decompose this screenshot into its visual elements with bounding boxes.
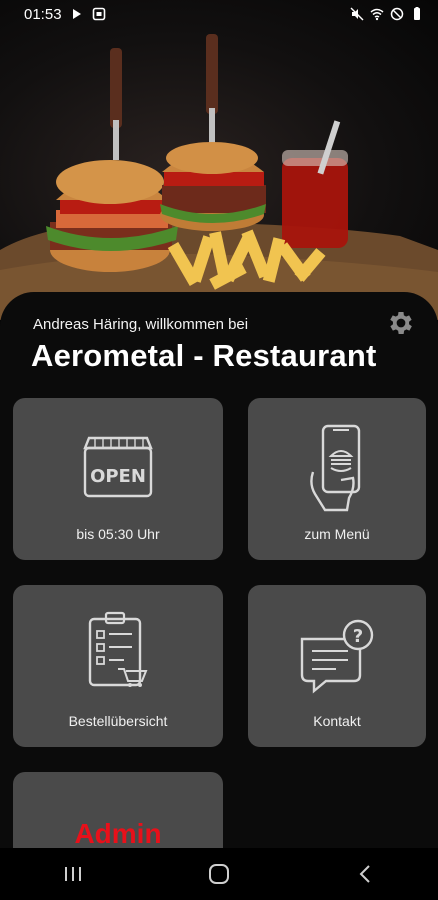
wifi-icon xyxy=(370,8,384,21)
back-button[interactable] xyxy=(335,854,395,894)
order-overview-label: Bestellübersicht xyxy=(68,713,168,729)
menu-tile[interactable]: zum Menü xyxy=(248,398,426,560)
opening-hours-tile[interactable]: OPEN bis 05:30 Uhr xyxy=(13,398,223,560)
phone-burger-icon xyxy=(310,424,361,512)
play-icon xyxy=(72,9,81,19)
order-clipboard-icon xyxy=(88,611,148,687)
restaurant-title: Aerometal - Restaurant xyxy=(31,338,377,373)
home-button[interactable] xyxy=(189,854,249,894)
contact-label: Kontakt xyxy=(313,713,361,729)
admin-label: Admin xyxy=(74,818,162,849)
svg-text:OPEN: OPEN xyxy=(90,466,146,487)
order-overview-tile[interactable]: Bestellübersicht xyxy=(13,585,223,747)
hero-image xyxy=(0,0,438,320)
back-icon xyxy=(359,865,370,883)
navigation-bar xyxy=(0,848,438,900)
gear-icon[interactable] xyxy=(386,308,416,338)
status-bar: 01:53 xyxy=(0,0,438,28)
status-time: 01:53 xyxy=(24,5,62,23)
status-left: 01:53 xyxy=(24,6,106,23)
screenshot-icon xyxy=(92,7,105,21)
status-right xyxy=(350,7,424,21)
contact-tile[interactable]: ? Kontakt xyxy=(248,585,426,747)
home-icon xyxy=(209,864,229,884)
open-sign-icon: OPEN xyxy=(83,436,153,498)
mute-icon xyxy=(350,7,364,21)
battery-icon xyxy=(414,7,420,20)
chat-question-icon: ? xyxy=(300,619,374,694)
svg-text:?: ? xyxy=(353,626,363,647)
burger-photo-illustration xyxy=(0,34,438,320)
dnd-icon xyxy=(390,7,404,21)
recent-apps-button[interactable] xyxy=(43,854,103,894)
welcome-text: Andreas Häring, willkommen bei xyxy=(33,316,249,333)
recent-apps-icon xyxy=(65,867,81,881)
menu-label: zum Menü xyxy=(304,526,370,542)
main-panel xyxy=(0,292,438,852)
opening-hours-label: bis 05:30 Uhr xyxy=(76,526,160,542)
